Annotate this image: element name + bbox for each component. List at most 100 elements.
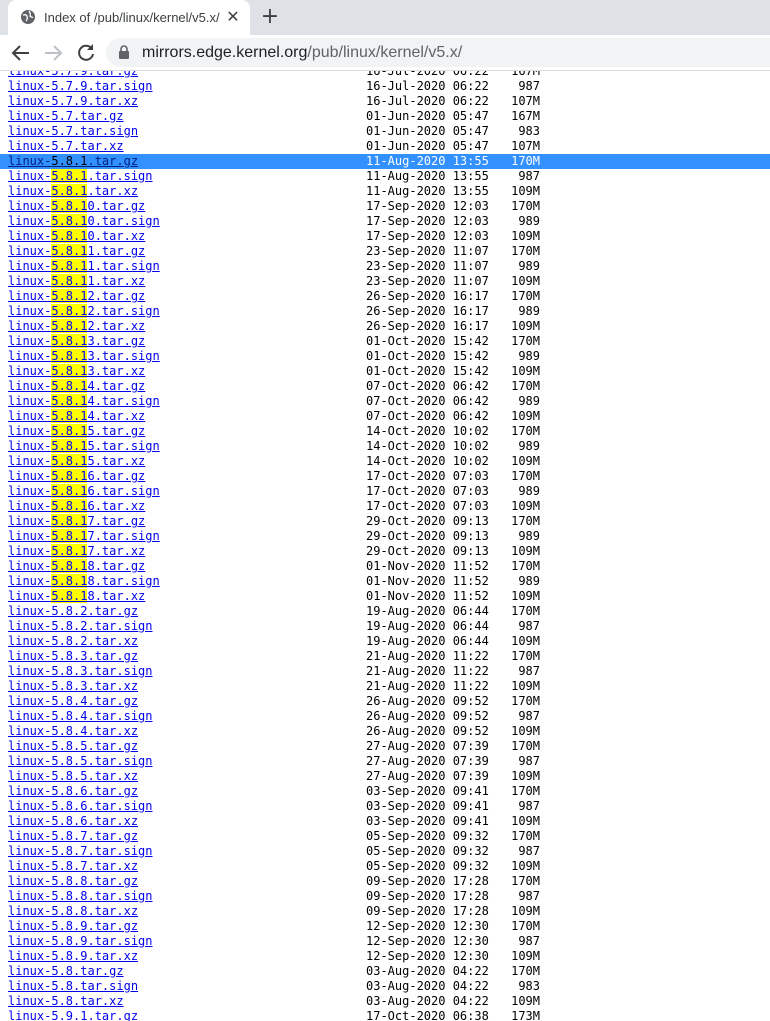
file-link[interactable]: linux-5.8.5.tar.gz (8, 739, 138, 754)
file-link[interactable]: linux-5.8.18.tar.xz (8, 589, 145, 604)
file-name-suffix: 1.tar.sign (87, 259, 160, 273)
file-link[interactable]: linux-5.8.9.tar.xz (8, 949, 138, 964)
file-link[interactable]: linux-5.8.5.tar.xz (8, 769, 138, 784)
find-match-highlight: 5.8.1 (51, 349, 88, 363)
file-link[interactable]: linux-5.8.11.tar.xz (8, 274, 145, 289)
file-size: 109M (511, 949, 540, 963)
file-link[interactable]: linux-5.8.10.tar.xz (8, 229, 145, 244)
file-link[interactable]: linux-5.7.9.tar.xz (8, 94, 138, 109)
file-link[interactable]: linux-5.8.17.tar.xz (8, 544, 145, 559)
file-link[interactable]: linux-5.8.11.tar.sign (8, 259, 160, 274)
file-date: 26-Sep-2020 16:17 (366, 319, 489, 333)
file-link[interactable]: linux-5.8.2.tar.sign (8, 619, 153, 634)
file-date: 11-Aug-2020 13:55 (366, 169, 489, 183)
file-date: 12-Sep-2020 12:30 (366, 934, 489, 948)
file-link[interactable]: linux-5.8.13.tar.sign (8, 349, 160, 364)
file-row: linux-5.8.7.tar.xz 05-Sep-2020 09:32 109M (0, 859, 770, 874)
file-link[interactable]: linux-5.8.10.tar.sign (8, 214, 160, 229)
file-link[interactable]: linux-5.8.1.tar.sign (8, 169, 153, 184)
file-link[interactable]: linux-5.8.8.tar.gz (8, 874, 138, 889)
file-link[interactable]: linux-5.8.1.tar.xz (8, 184, 138, 199)
tab-title: Index of /pub/linux/kernel/v5.x/ (44, 10, 220, 25)
file-link[interactable]: linux-5.8.2.tar.xz (8, 634, 138, 649)
file-date: 09-Sep-2020 17:28 (366, 904, 489, 918)
file-date: 27-Aug-2020 07:39 (366, 769, 489, 783)
url-host: mirrors.edge.kernel.org (142, 44, 308, 61)
file-link[interactable]: linux-5.8.13.tar.xz (8, 364, 145, 379)
file-size: 987 (518, 664, 540, 678)
file-date: 01-Nov-2020 11:52 (366, 574, 489, 588)
file-size: 170M (511, 649, 540, 663)
file-row: linux-5.8.6.tar.xz 03-Sep-2020 09:41 109M (0, 814, 770, 829)
file-link[interactable]: linux-5.9.1.tar.gz (8, 1009, 138, 1021)
file-link[interactable]: linux-5.8.3.tar.gz (8, 649, 138, 664)
file-link[interactable]: linux-5.8.4.tar.gz (8, 694, 138, 709)
file-link[interactable]: linux-5.8.7.tar.xz (8, 859, 138, 874)
find-match-highlight: 5.8.1 (51, 304, 88, 318)
file-link[interactable]: linux-5.8.18.tar.gz (8, 559, 145, 574)
file-name-prefix: linux- (8, 424, 52, 438)
file-link[interactable]: linux-5.8.12.tar.xz (8, 319, 145, 334)
file-link[interactable]: linux-5.7.tar.sign (8, 124, 138, 139)
file-date: 05-Sep-2020 09:32 (366, 829, 489, 843)
file-link[interactable]: linux-5.8.15.tar.gz (8, 424, 145, 439)
back-arrow-icon[interactable] (9, 41, 33, 65)
file-link[interactable]: linux-5.8.14.tar.gz (8, 379, 145, 394)
file-link[interactable]: linux-5.8.17.tar.gz (8, 514, 145, 529)
file-size: 167M (511, 71, 540, 78)
file-link[interactable]: linux-5.8.6.tar.sign (8, 799, 153, 814)
file-link[interactable]: linux-5.7.9.tar.sign (8, 79, 153, 94)
file-link[interactable]: linux-5.8.16.tar.gz (8, 469, 145, 484)
file-link[interactable]: linux-5.7.tar.gz (8, 109, 124, 124)
file-name-prefix: linux- (8, 529, 52, 543)
file-size: 987 (518, 169, 540, 183)
file-link[interactable]: linux-5.8.14.tar.xz (8, 409, 145, 424)
lock-icon[interactable] (118, 45, 130, 59)
file-link[interactable]: linux-5.8.tar.xz (8, 994, 124, 1009)
file-date: 17-Oct-2020 07:03 (366, 469, 489, 483)
new-tab-button[interactable]: + (258, 5, 282, 29)
file-link[interactable]: linux-5.8.tar.sign (8, 979, 138, 994)
file-link[interactable]: linux-5.8.16.tar.sign (8, 484, 160, 499)
address-bar[interactable]: mirrors.edge.kernel.org/pub/linux/kernel… (106, 38, 770, 67)
browser-tab[interactable]: Index of /pub/linux/kernel/v5.x/ ✕ (8, 0, 250, 35)
close-tab-icon[interactable]: ✕ (224, 8, 242, 26)
file-link[interactable]: linux-5.8.7.tar.sign (8, 844, 153, 859)
reload-icon[interactable] (74, 41, 98, 65)
file-link[interactable]: linux-5.8.4.tar.sign (8, 709, 153, 724)
file-link[interactable]: linux-5.7.tar.xz (8, 139, 124, 154)
file-link[interactable]: linux-5.8.11.tar.gz (8, 244, 145, 259)
file-link[interactable]: linux-5.8.16.tar.xz (8, 499, 145, 514)
file-link[interactable]: linux-5.7.9.tar.gz (8, 71, 138, 79)
file-link[interactable]: linux-5.8.12.tar.gz (8, 289, 145, 304)
file-link[interactable]: linux-5.8.3.tar.sign (8, 664, 153, 679)
file-link[interactable]: linux-5.8.18.tar.sign (8, 574, 160, 589)
forward-arrow-icon[interactable] (41, 41, 65, 65)
file-row: linux-5.8.3.tar.sign 21-Aug-2020 11:22 987 (0, 664, 770, 679)
file-name-prefix: linux- (8, 409, 52, 423)
file-link[interactable]: linux-5.8.7.tar.gz (8, 829, 138, 844)
file-row: linux-5.8.15.tar.gz 14-Oct-2020 10:02 170M (0, 424, 770, 439)
file-link[interactable]: linux-5.8.8.tar.xz (8, 904, 138, 919)
file-link[interactable]: linux-5.8.tar.gz (8, 964, 124, 979)
file-link[interactable]: linux-5.8.9.tar.sign (8, 934, 153, 949)
file-link[interactable]: linux-5.8.15.tar.sign (8, 439, 160, 454)
file-link[interactable]: linux-5.8.5.tar.sign (8, 754, 153, 769)
file-date: 11-Aug-2020 13:55 (366, 184, 489, 198)
file-link[interactable]: linux-5.8.2.tar.gz (8, 604, 138, 619)
file-link[interactable]: linux-5.8.8.tar.sign (8, 889, 153, 904)
url-path: /pub/linux/kernel/v5.x/ (307, 44, 463, 61)
file-link[interactable]: linux-5.8.14.tar.sign (8, 394, 160, 409)
file-link[interactable]: linux-5.8.6.tar.gz (8, 784, 138, 799)
file-link[interactable]: linux-5.8.6.tar.xz (8, 814, 138, 829)
file-link[interactable]: linux-5.8.17.tar.sign (8, 529, 160, 544)
file-date: 23-Sep-2020 11:07 (366, 259, 489, 273)
file-link[interactable]: linux-5.8.12.tar.sign (8, 304, 160, 319)
file-link[interactable]: linux-5.8.13.tar.gz (8, 334, 145, 349)
file-link[interactable]: linux-5.8.10.tar.gz (8, 199, 145, 214)
file-link[interactable]: linux-5.8.4.tar.xz (8, 724, 138, 739)
file-link[interactable]: linux-5.8.15.tar.xz (8, 454, 145, 469)
file-link[interactable]: linux-5.8.9.tar.gz (8, 919, 138, 934)
file-name-suffix: 2.tar.sign (87, 304, 160, 318)
file-link[interactable]: linux-5.8.3.tar.xz (8, 679, 138, 694)
